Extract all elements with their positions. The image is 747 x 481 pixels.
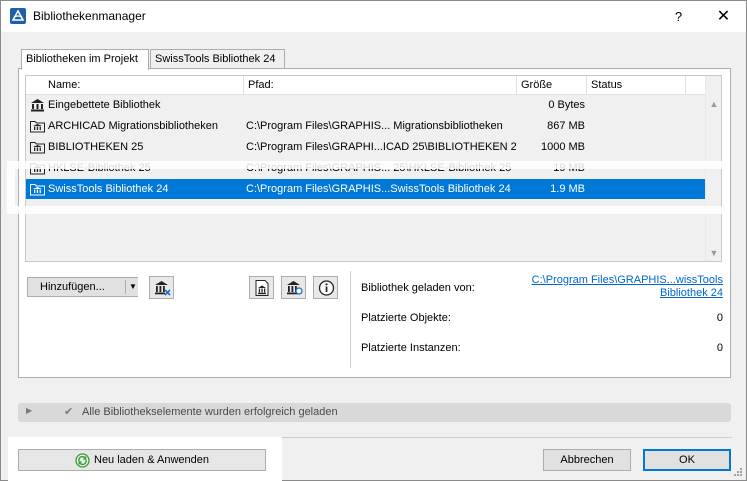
row-path: C:\Program Files\GRAPHIS... 25\HKLSE-Bib… bbox=[246, 162, 512, 174]
folder-library-icon bbox=[30, 121, 45, 133]
row-size: 867 MB bbox=[547, 120, 585, 132]
archicad-app-icon bbox=[10, 8, 26, 24]
row-name: BIBLIOTHEKEN 25 bbox=[48, 141, 144, 153]
row-path: C:\Program Files\GRAPHI...ICAD 25\BIBLIO… bbox=[246, 141, 516, 153]
info-button[interactable] bbox=[313, 276, 338, 299]
scroll-down-arrow-icon[interactable]: ▼ bbox=[706, 245, 721, 261]
placed-instances-value: 0 bbox=[716, 342, 723, 354]
table-row[interactable]: BIBLIOTHEKEN 25 C:\Program Files\GRAPHI.… bbox=[26, 137, 705, 157]
window-title: Bibliothekenmanager bbox=[33, 9, 146, 23]
row-size: 0 Bytes bbox=[548, 99, 585, 111]
placed-objects-value: 0 bbox=[716, 312, 723, 324]
library-settings-button[interactable] bbox=[281, 276, 306, 299]
row-size: 19 MB bbox=[553, 162, 585, 174]
refresh-icon bbox=[75, 452, 90, 468]
tab-swisstools-library[interactable]: SwissTools Bibliothek 24 bbox=[150, 49, 285, 69]
reload-apply-label: Neu laden & Anwenden bbox=[94, 454, 209, 466]
close-button[interactable]: ✕ bbox=[701, 1, 746, 32]
remove-library-button[interactable] bbox=[149, 276, 174, 299]
scroll-up-arrow-icon[interactable]: ▲ bbox=[706, 96, 721, 112]
cancel-button[interactable]: Abbrechen bbox=[543, 449, 631, 471]
check-icon: ✔ bbox=[64, 406, 74, 418]
status-bar: ▶ ✔ Alle Bibliothekselemente wurden erfo… bbox=[18, 403, 731, 422]
loaded-from-path-line2[interactable]: Bibliothek 24 bbox=[521, 287, 723, 300]
folder-library-icon bbox=[30, 163, 45, 175]
library-file-button[interactable] bbox=[249, 276, 274, 299]
column-header-status[interactable]: Status bbox=[587, 76, 686, 95]
remove-library-icon bbox=[155, 281, 171, 296]
title-bar: Bibliothekenmanager ? ✕ bbox=[1, 1, 746, 32]
table-row[interactable]: ARCHICAD Migrationsbibliotheken C:\Progr… bbox=[26, 116, 705, 136]
add-dropdown-arrow-icon[interactable]: ▼ bbox=[129, 278, 137, 296]
placed-instances-label: Platzierte Instanzen: bbox=[361, 342, 461, 354]
row-size: 1000 MB bbox=[540, 141, 585, 153]
status-message: Alle Bibliothekselemente wurden erfolgre… bbox=[82, 406, 338, 418]
expand-arrow-icon[interactable]: ▶ bbox=[26, 406, 32, 415]
row-path: C:\Program Files\GRAPHIS...SwissTools Bi… bbox=[246, 183, 511, 195]
loaded-from-path-line1[interactable]: C:\Program Files\GRAPHIS...wissTools bbox=[521, 274, 723, 287]
add-library-label: Hinzufügen... bbox=[40, 281, 105, 293]
table-row[interactable]: Eingebettete Bibliothek 0 Bytes bbox=[26, 95, 705, 115]
row-path: C:\Program Files\GRAPHIS... Migrationsbi… bbox=[246, 120, 503, 132]
library-file-icon bbox=[255, 280, 269, 296]
placed-objects-label: Platzierte Objekte: bbox=[361, 312, 451, 324]
add-library-button[interactable]: Hinzufügen... ▼ bbox=[27, 277, 144, 297]
row-name: HKLSE-Bibliothek 25 bbox=[48, 162, 151, 174]
table-row-selected[interactable]: SwissTools Bibliothek 24 C:\Program File… bbox=[26, 179, 705, 199]
library-list[interactable]: Name: Pfad: Größe Status Eingebettete Bi… bbox=[25, 75, 722, 262]
tab-libraries-in-project[interactable]: Bibliotheken im Projekt bbox=[21, 49, 149, 70]
resize-grip-icon[interactable] bbox=[733, 467, 743, 477]
column-header-path[interactable]: Pfad: bbox=[244, 76, 517, 95]
list-header: Name: Pfad: Größe Status bbox=[26, 76, 705, 95]
folder-library-icon bbox=[30, 184, 45, 196]
embedded-library-icon bbox=[31, 99, 44, 112]
column-header-name[interactable]: Name: bbox=[44, 76, 244, 95]
row-name: Eingebettete Bibliothek bbox=[48, 99, 161, 111]
info-icon bbox=[318, 280, 335, 296]
help-button[interactable]: ? bbox=[656, 1, 701, 32]
loaded-from-link[interactable]: C:\Program Files\GRAPHIS...wissTools Bib… bbox=[521, 274, 723, 300]
row-name: ARCHICAD Migrationsbibliotheken bbox=[48, 120, 218, 132]
folder-library-icon bbox=[30, 142, 45, 154]
library-settings-icon bbox=[287, 281, 303, 295]
ok-button[interactable]: OK bbox=[643, 449, 731, 471]
row-size: 1.9 MB bbox=[550, 183, 585, 195]
library-manager-dialog: Bibliothekenmanager ? ✕ Bibliotheken im … bbox=[0, 0, 747, 481]
column-header-size[interactable]: Größe bbox=[517, 76, 587, 95]
row-path bbox=[246, 95, 516, 115]
add-button-separator bbox=[125, 280, 126, 294]
table-row[interactable]: HKLSE-Bibliothek 25 C:\Program Files\GRA… bbox=[26, 158, 705, 178]
reload-apply-button[interactable]: Neu laden & Anwenden bbox=[18, 449, 266, 471]
list-scrollbar[interactable]: ▲ ▼ bbox=[705, 76, 721, 261]
library-list-body: Name: Pfad: Größe Status Eingebettete Bi… bbox=[26, 76, 705, 261]
row-name: SwissTools Bibliothek 24 bbox=[48, 183, 169, 195]
loaded-from-label: Bibliothek geladen von: bbox=[361, 282, 475, 294]
panel-divider bbox=[350, 271, 351, 368]
